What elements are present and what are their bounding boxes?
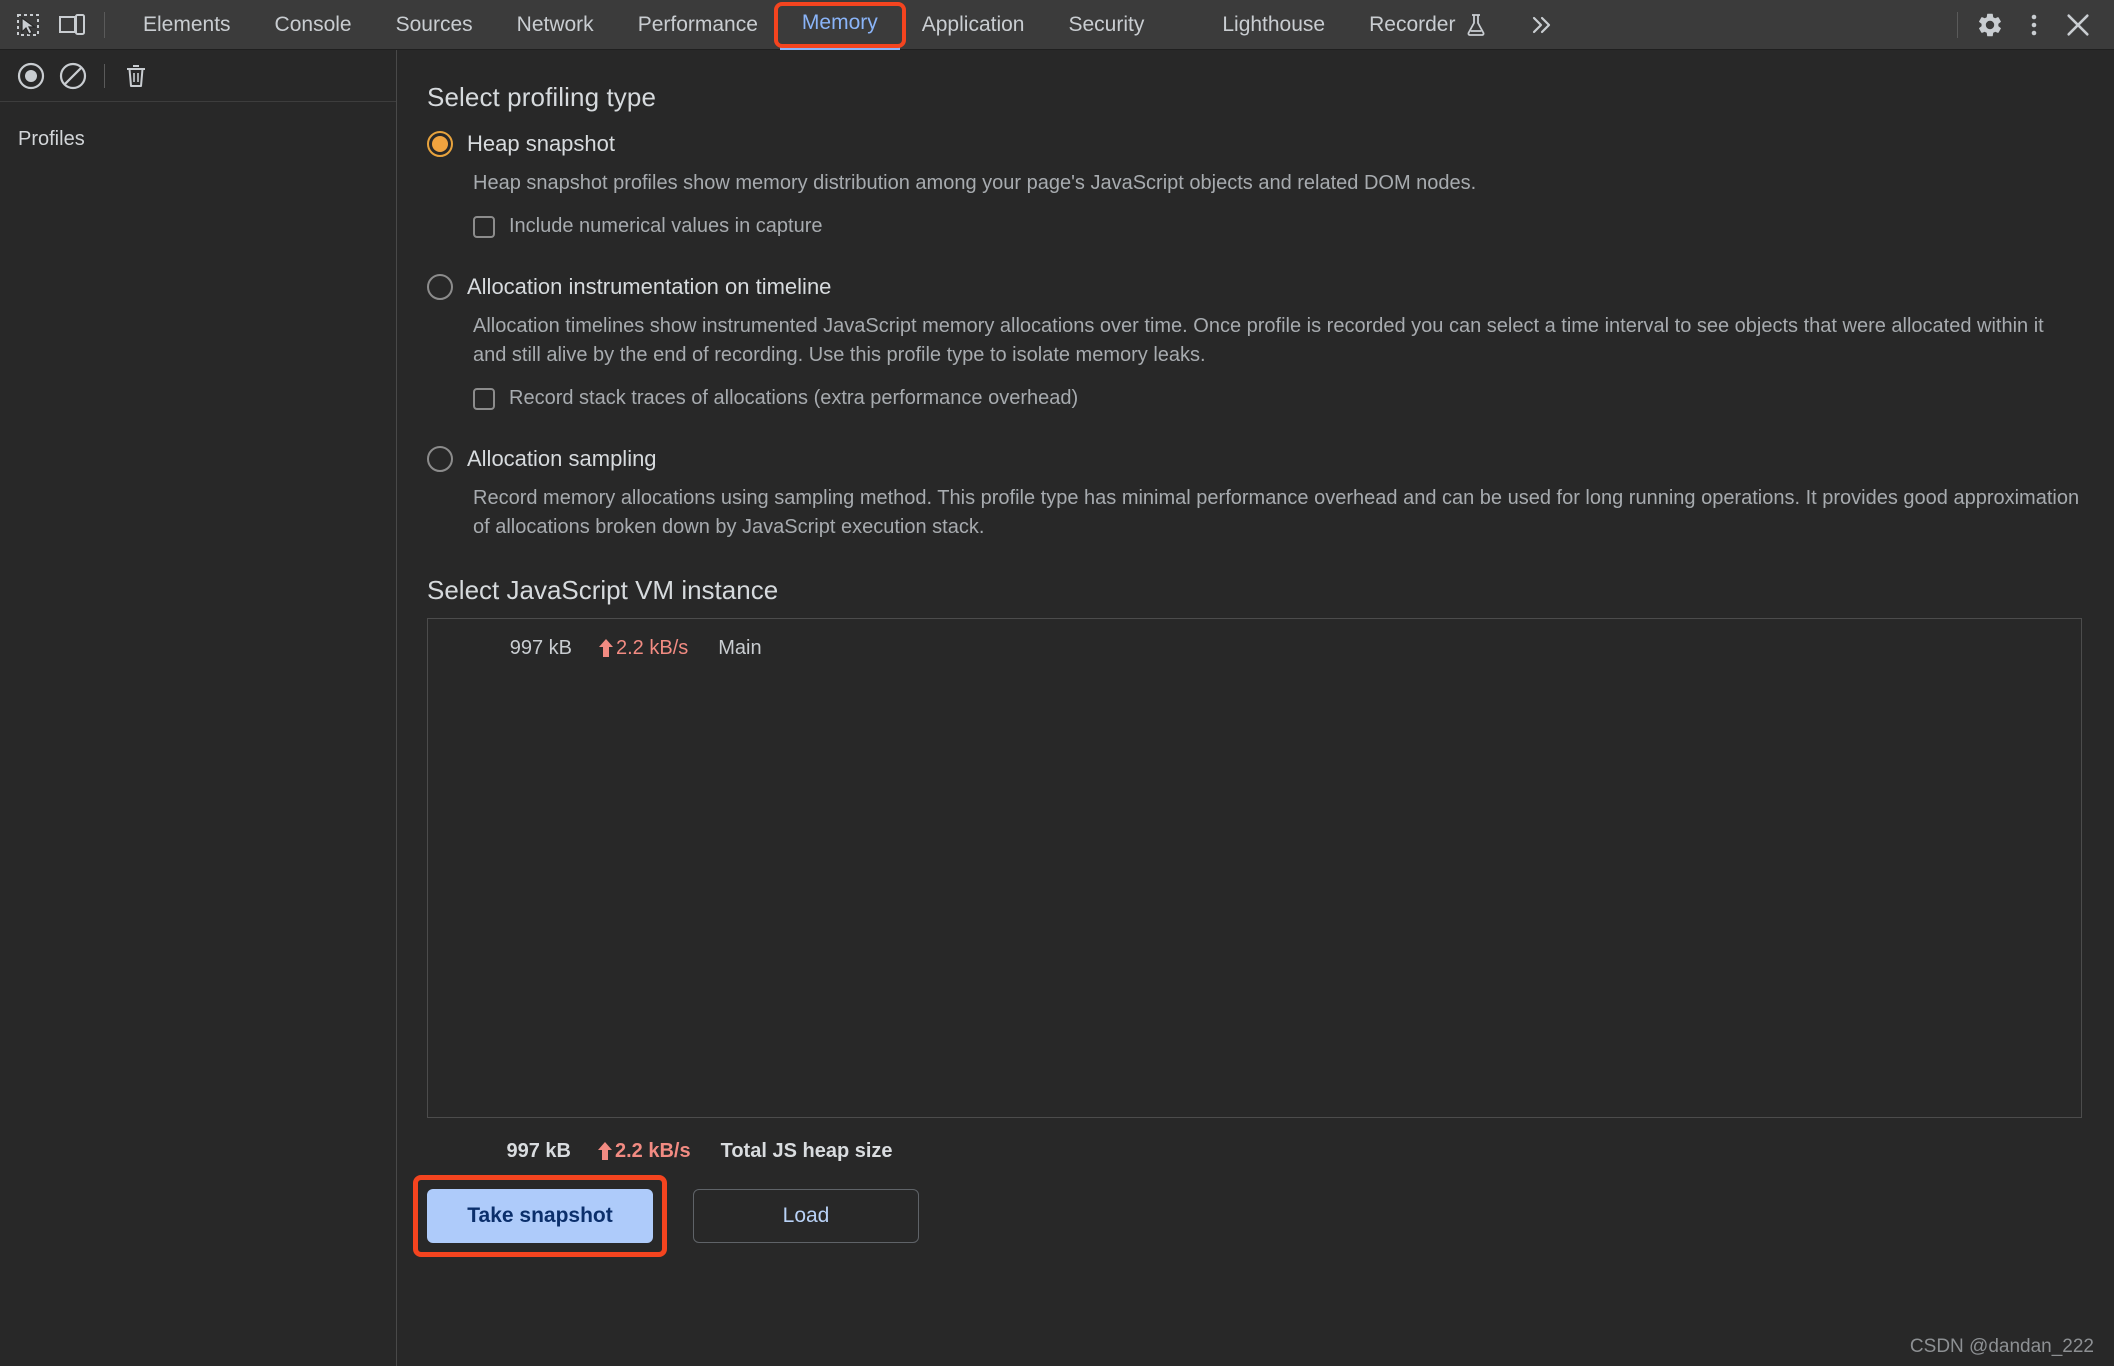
tab-lighthouse[interactable]: Lighthouse — [1200, 0, 1347, 50]
profiles-tree: Profiles — [0, 102, 396, 155]
devtools-window: Elements Console Sources Network Perform… — [0, 0, 2114, 1366]
radio-label: Allocation sampling — [467, 446, 657, 472]
vm-instance-list[interactable]: 997 kB 2.2 kB/s Main — [427, 617, 2082, 1118]
tab-performance[interactable]: Performance — [616, 0, 780, 50]
device-toolbar-icon[interactable] — [50, 3, 94, 47]
tab-label: Network — [516, 12, 594, 36]
total-heap-rate: 2.2 kB/s — [597, 1140, 691, 1163]
heap-snapshot-description: Heap snapshot profiles show memory distr… — [473, 172, 1477, 194]
tab-label: Application — [921, 12, 1025, 36]
total-heap-label: Total JS heap size — [720, 1139, 893, 1162]
trash-can-icon[interactable] — [115, 55, 157, 97]
tab-label: Memory — [801, 11, 878, 34]
tab-memory[interactable]: Memory — [779, 0, 900, 50]
more-tabs-chevron-icon[interactable] — [1519, 3, 1563, 47]
toolbar-right-actions — [1947, 3, 2114, 47]
total-rate-value: 2.2 kB/s — [615, 1139, 691, 1162]
take-snapshot-button[interactable]: Take snapshot — [427, 1188, 653, 1243]
inspect-element-icon[interactable] — [6, 3, 50, 47]
checkbox-include-numerical-values[interactable]: Include numerical values in capture — [473, 215, 2082, 238]
radio-button-icon[interactable] — [427, 446, 453, 473]
tab-label: Lighthouse — [1222, 12, 1326, 36]
devtools-body: Profiles Select profiling type Heap snap… — [0, 50, 2114, 1366]
profiles-label: Profiles — [18, 128, 85, 150]
tab-application[interactable]: Application — [900, 0, 1047, 50]
tab-label: Elements — [143, 12, 231, 36]
tab-console[interactable]: Console — [253, 0, 374, 50]
tab-label: Sources — [395, 12, 473, 36]
panel-tabs: Elements Console Sources Network Perform… — [121, 0, 1509, 50]
select-vm-instance-title: Select JavaScript VM instance — [427, 574, 779, 605]
select-profiling-type-title: Select profiling type — [427, 82, 657, 112]
arrow-up-icon — [598, 638, 614, 658]
checkbox-icon-unchecked[interactable] — [473, 215, 495, 238]
load-button[interactable]: Load — [693, 1188, 919, 1243]
tab-label: Console — [274, 12, 352, 36]
tab-spacer — [1166, 0, 1200, 50]
radio-label: Allocation instrumentation on timeline — [467, 274, 832, 300]
toolbar-divider — [104, 11, 105, 38]
radio-button-icon-selected[interactable] — [427, 131, 453, 157]
radio-allocation-instrumentation-on-timeline[interactable]: Allocation instrumentation on timeline — [427, 270, 2082, 304]
tab-elements[interactable]: Elements — [121, 0, 253, 50]
vm-heap-rate: 2.2 kB/s — [598, 637, 688, 660]
tab-sources[interactable]: Sources — [374, 0, 495, 50]
tab-label: Security — [1068, 12, 1145, 36]
vm-heap-size: 997 kB — [509, 636, 572, 659]
allocation-sampling-description: Record memory allocations using sampling… — [473, 487, 2080, 538]
csdn-watermark: CSDN @dandan_222 — [1909, 1336, 2094, 1357]
profiling-option-allocation-sampling: Allocation sampling Record memory alloca… — [427, 442, 2082, 541]
tab-security[interactable]: Security — [1046, 0, 1166, 50]
radio-allocation-sampling[interactable]: Allocation sampling — [427, 442, 2082, 476]
checkbox-label: Include numerical values in capture — [509, 215, 823, 238]
profiling-option-allocation-instrumentation: Allocation instrumentation on timeline A… — [427, 270, 2082, 410]
vm-instance-name: Main — [718, 636, 762, 659]
checkbox-icon-unchecked[interactable] — [473, 387, 495, 410]
sidebar-toolbar-divider — [104, 63, 105, 88]
total-heap-size: 997 kB — [506, 1139, 572, 1162]
vm-instance-row[interactable]: 997 kB 2.2 kB/s Main — [428, 619, 2081, 660]
vm-total-row: 997 kB 2.2 kB/s Total JS heap size — [427, 1140, 2082, 1163]
checkbox-record-stack-traces[interactable]: Record stack traces of allocations (extr… — [473, 387, 2082, 410]
radio-label: Heap snapshot — [467, 131, 615, 156]
profiling-option-heap-snapshot: Heap snapshot Heap snapshot profiles sho… — [427, 127, 2082, 238]
three-dots-vertical-icon[interactable] — [2012, 3, 2056, 47]
record-circle-icon[interactable] — [10, 55, 52, 97]
toolbar-divider-right — [1957, 11, 1958, 38]
radio-heap-snapshot[interactable]: Heap snapshot — [427, 127, 2082, 161]
no-entry-clear-icon[interactable] — [52, 55, 94, 97]
vm-rate-value: 2.2 kB/s — [616, 636, 689, 659]
tab-recorder[interactable]: Recorder — [1347, 0, 1509, 50]
arrow-up-icon — [597, 1141, 613, 1161]
take-snapshot-wrapper: Take snapshot — [413, 1174, 667, 1257]
tab-label: Performance — [637, 12, 758, 36]
checkbox-label: Record stack traces of allocations (extr… — [509, 387, 1079, 410]
flask-icon — [1465, 13, 1487, 37]
memory-main-panel: Select profiling type Heap snapshot Heap… — [397, 50, 2114, 1366]
profiles-tree-root[interactable]: Profiles — [0, 124, 396, 155]
tab-network[interactable]: Network — [495, 0, 616, 50]
allocation-instrumentation-description: Allocation timelines show instrumented J… — [473, 315, 2044, 366]
radio-button-icon[interactable] — [427, 274, 453, 301]
sidebar-toolbar — [0, 50, 396, 102]
memory-sidebar: Profiles — [0, 50, 397, 1366]
gear-icon[interactable] — [1968, 3, 2012, 47]
devtools-tabbar: Elements Console Sources Network Perform… — [0, 0, 2114, 50]
close-icon[interactable] — [2056, 3, 2100, 47]
tab-label: Recorder — [1369, 12, 1456, 36]
memory-action-buttons: Take snapshot Load — [413, 1174, 2082, 1257]
